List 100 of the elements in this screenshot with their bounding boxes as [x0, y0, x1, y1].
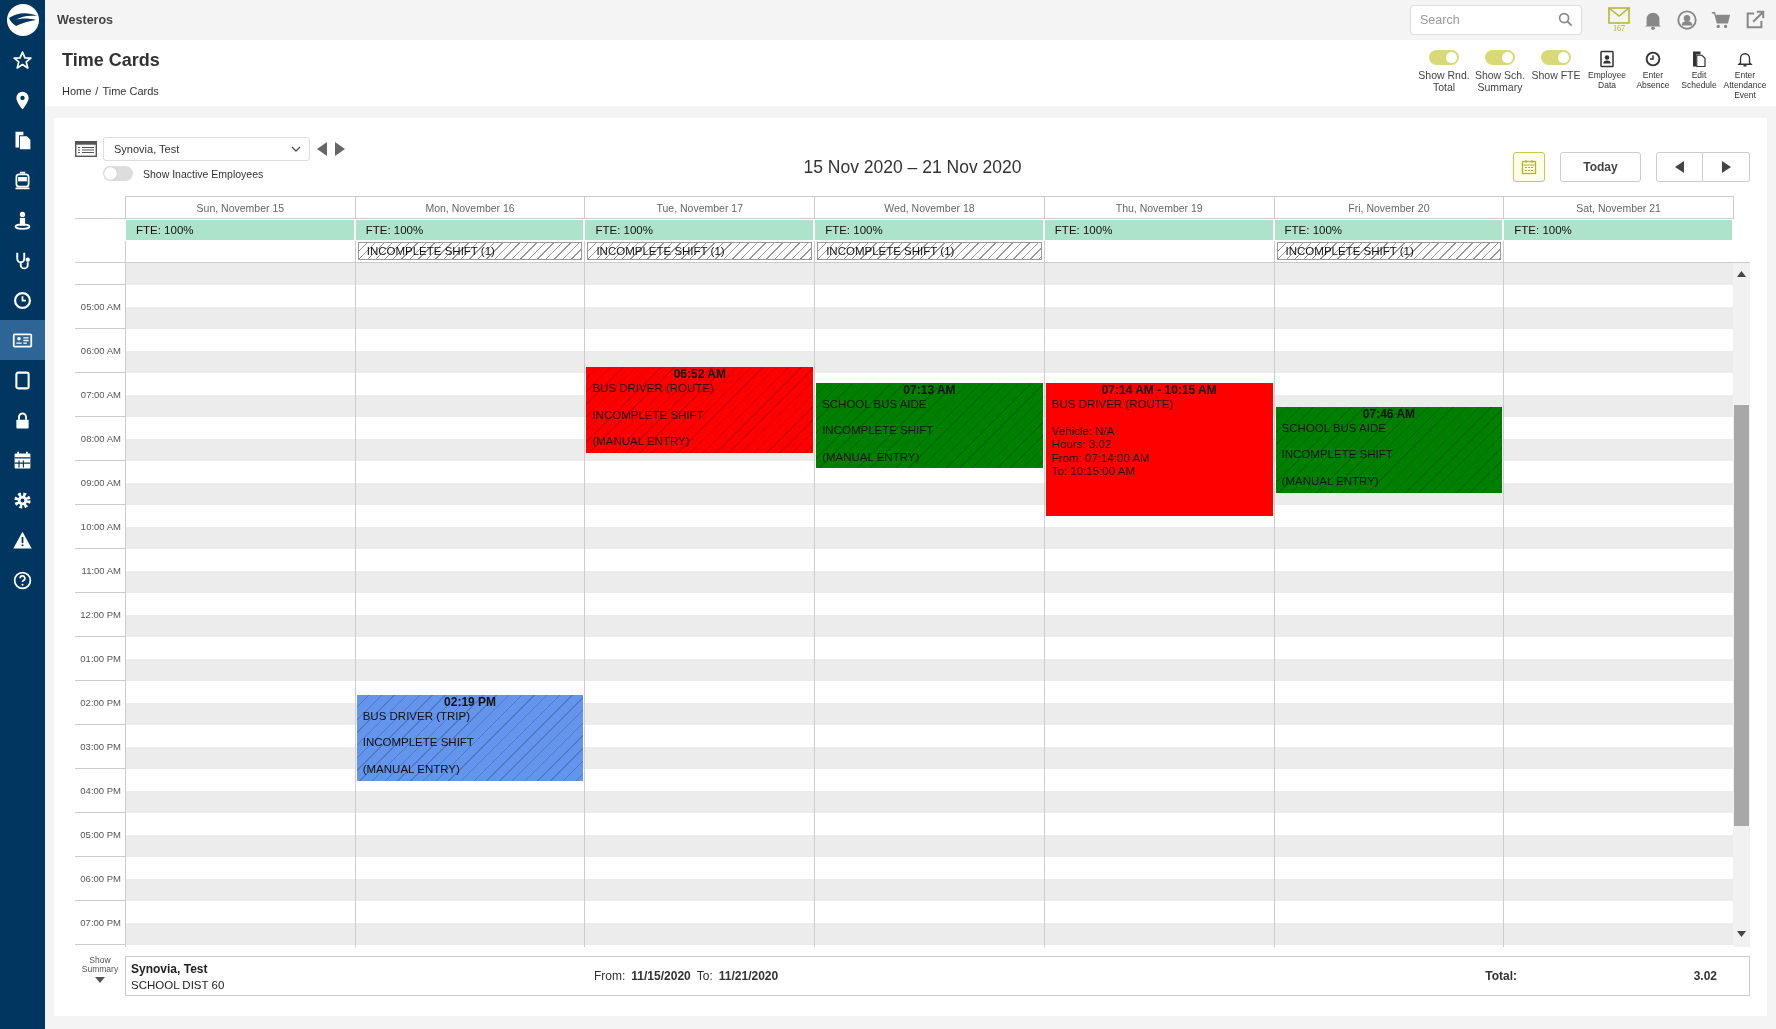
incomplete-shift-label[interactable]: INCOMPLETE SHIFT (1) [817, 242, 1042, 260]
gear-icon [12, 489, 33, 511]
fte-label: FTE: 100% [1504, 220, 1732, 240]
time-label: 05:00 PM [80, 829, 121, 840]
toggle-switch[interactable]: Show Rnd. Total [1416, 50, 1472, 93]
warning-icon [12, 529, 33, 551]
calendar-icon [1521, 159, 1537, 175]
scroll-up-icon[interactable] [1737, 271, 1746, 277]
toolbar-button[interactable]: Employee Data [1584, 50, 1630, 90]
toggle-switch[interactable]: Show Sch. Summary [1472, 50, 1528, 93]
fte-label: FTE: 100% [585, 220, 814, 240]
cart-icon[interactable] [1710, 9, 1732, 31]
time-label: 11:00 AM [81, 565, 121, 576]
toolbar-button[interactable]: Edit Schedule [1676, 50, 1722, 90]
envelope-icon [1608, 7, 1630, 24]
to-label: To: [696, 969, 713, 983]
incomplete-shift-label[interactable]: INCOMPLETE SHIFT (1) [587, 242, 813, 260]
to-date: 11/21/2020 [718, 969, 779, 983]
shift-details: (MANUAL ENTRY) [361, 762, 461, 777]
incomplete-shift-label[interactable]: INCOMPLETE SHIFT (1) [357, 242, 583, 260]
shift-event[interactable]: 07:46 AM SCHOOL BUS AIDE INCOMPLETE SHIFT (MANUAL ENTRY) [1275, 406, 1503, 493]
scrollbar-thumb[interactable] [1734, 405, 1749, 826]
logo-icon[interactable] [5, 3, 40, 37]
time-label: 05:00 AM [80, 301, 121, 312]
caret-icon [95, 977, 105, 983]
shift-time: 02:19 PM [443, 694, 498, 710]
documents-icon [1690, 50, 1708, 68]
triangle-right-icon [1721, 161, 1731, 173]
previous-week-button[interactable] [1656, 152, 1703, 182]
date-range-title: 15 Nov 2020 – 21 Nov 2020 [803, 155, 1022, 178]
shift-details: BUS DRIVER (ROUTE) [591, 382, 715, 396]
shift-details: INCOMPLETE SHIFT [591, 408, 705, 423]
triangle-right-icon [334, 141, 346, 157]
from-label: From: [594, 969, 626, 983]
time-label: 04:00 PM [80, 785, 121, 796]
shift-details: SCHOOL BUS AIDE [821, 397, 928, 412]
toolbar-button[interactable]: Enter Attendance Event [1722, 50, 1768, 100]
shift-time: 07:46 AM [1361, 406, 1417, 422]
toolbar-button[interactable]: Enter Absence [1630, 50, 1676, 90]
incomplete-shift-label[interactable]: INCOMPLETE SHIFT (1) [1276, 242, 1502, 260]
previous-employee-button[interactable] [316, 141, 328, 157]
shift-event[interactable]: 06:52 AM BUS DRIVER (ROUTE) INCOMPLETE SHIFT (MANUAL ENTRY) [586, 367, 814, 453]
time-label: 01:00 PM [80, 653, 121, 664]
shift-details: (MANUAL ENTRY) [591, 435, 691, 449]
shift-details: INCOMPLETE SHIFT [821, 424, 935, 438]
external-link-icon[interactable] [1744, 9, 1766, 31]
time-label: 09:00 AM [80, 477, 121, 488]
fte-label: FTE: 100% [815, 220, 1043, 240]
shift-details: SCHOOL BUS AIDE [1280, 421, 1387, 436]
day-header: Tue, November 17 [584, 196, 815, 219]
employee-name: Synovia, Test [131, 961, 209, 976]
breadcrumb-link[interactable]: Home [62, 84, 92, 97]
district-name: SCHOOL DIST 60 [131, 978, 226, 991]
triangle-left-icon [1674, 161, 1685, 173]
day-header: Wed, November 18 [814, 196, 1044, 219]
person-icon [12, 209, 33, 231]
app-name: Westeros [57, 13, 114, 27]
sidebar-item[interactable] [0, 320, 45, 360]
breadcrumb-link[interactable]: Time Cards [102, 84, 159, 97]
tablet-icon [12, 369, 33, 391]
fte-label: FTE: 100% [1044, 220, 1273, 240]
show-summary-toggle[interactable]: Show Summary [75, 956, 125, 996]
day-header: Thu, November 19 [1043, 196, 1274, 219]
shift-details: BUS DRIVER (ROUTE) [1050, 398, 1175, 412]
total-value: 3.02 [1692, 969, 1717, 983]
search-field[interactable]: Search [1410, 5, 1582, 35]
time-label: 07:00 PM [80, 917, 121, 928]
scroll-down-icon[interactable] [1737, 931, 1746, 937]
day-header: Sat, November 21 [1503, 196, 1733, 219]
shift-details: (MANUAL ENTRY) [821, 450, 921, 465]
toggle-label: Show Inactive Employees [143, 167, 264, 180]
shift-time: 07:13 AM [902, 382, 957, 398]
today-button[interactable]: Today [1560, 152, 1641, 182]
fte-label: FTE: 100% [1274, 220, 1503, 240]
time-label: 06:00 AM [80, 345, 121, 356]
next-employee-button[interactable] [334, 141, 346, 157]
shift-details: INCOMPLETE SHIFT [361, 736, 475, 750]
day-header: Fri, November 20 [1273, 196, 1504, 219]
chevron-down-icon [291, 144, 301, 154]
contact-book-icon [1598, 50, 1616, 68]
time-label: 06:00 PM [80, 873, 121, 884]
shift-details: INCOMPLETE SHIFT [1280, 448, 1394, 462]
shift-event[interactable]: 02:19 PM BUS DRIVER (TRIP) INCOMPLETE SHIFT (MANUAL ENTRY) [356, 694, 584, 781]
next-week-button[interactable] [1703, 152, 1750, 182]
time-label: 10:00 AM [80, 521, 121, 532]
shift-event[interactable]: 07:14 AM - 10:15 AM BUS DRIVER (ROUTE) Vehicle: N/A Hours: 3.02 From: 07:14:00 AM To: 10:15:00 AM [1045, 383, 1273, 516]
breadcrumb-separator: / [95, 84, 99, 97]
shift-details: (MANUAL ENTRY) [1280, 474, 1380, 489]
toggle-switch[interactable] [103, 166, 133, 181]
time-label: 08:00 AM [80, 433, 121, 444]
time-label: 03:00 PM [80, 741, 121, 752]
shift-event[interactable]: 07:13 AM SCHOOL BUS AIDE INCOMPLETE SHIFT (MANUAL ENTRY) [816, 382, 1043, 469]
user-icon[interactable] [1676, 9, 1698, 31]
shift-time: 07:14 AM - 10:15 AM [1100, 383, 1218, 399]
toggle-switch[interactable]: Show FTE [1528, 50, 1584, 81]
from-date: 11/15/2020 [631, 969, 691, 983]
employee-dropdown[interactable]: Synovia, Test [103, 137, 310, 161]
calendar-icon [12, 449, 33, 471]
list-icon[interactable] [75, 141, 97, 157]
time-label: 12:00 PM [80, 609, 121, 620]
